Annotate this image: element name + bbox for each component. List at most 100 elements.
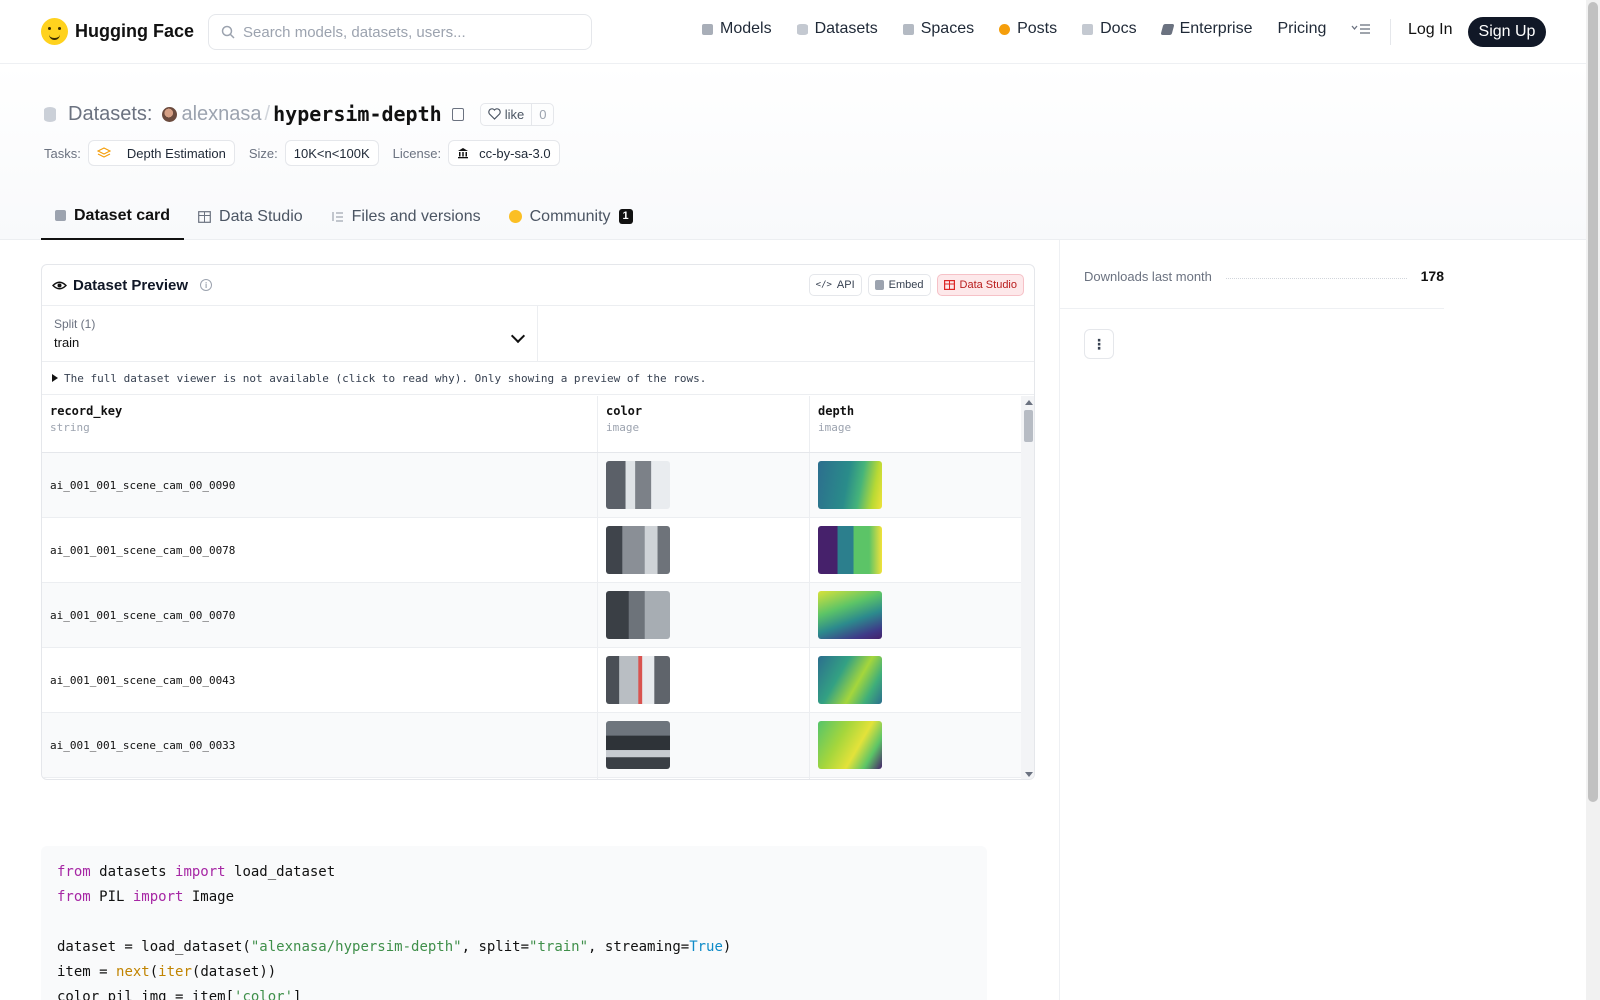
api-button[interactable]: </> API xyxy=(808,274,862,296)
embed-label: Embed xyxy=(888,279,924,291)
table-row[interactable]: ai_001_001_scene_cam_00_0043 xyxy=(42,648,1021,713)
scrollbar-thumb[interactable] xyxy=(1024,410,1033,442)
task-tag[interactable]: Depth Estimation xyxy=(87,140,235,166)
nav-datasets[interactable]: Datasets xyxy=(796,20,878,38)
record-key-cell: ai_001_001_scene_cam_00_0090 xyxy=(50,478,236,492)
tasks-key: Tasks: xyxy=(44,145,81,161)
depth-image-thumbnail[interactable] xyxy=(818,461,882,509)
nav-docs[interactable]: Docs xyxy=(1082,20,1137,38)
signup-button[interactable]: Sign Up xyxy=(1468,17,1546,47)
more-options-button[interactable]: ⋮ xyxy=(1084,329,1114,359)
column-type: image xyxy=(818,421,852,434)
table-row[interactable]: ai_001_001_scene_cam_00_0033 xyxy=(42,713,1021,778)
license-tag[interactable]: cc-by-sa-3.0 xyxy=(448,140,560,166)
dataset-title-row: Datasets: alexnasa / hypersim-depth like… xyxy=(44,102,555,126)
disclosure-triangle-icon xyxy=(52,374,58,382)
nav-models[interactable]: Models xyxy=(702,20,772,38)
column-name: record_key xyxy=(50,404,123,418)
dataset-name[interactable]: hypersim-depth xyxy=(273,102,442,126)
nav-models-label: Models xyxy=(720,20,772,37)
depth-image-thumbnail[interactable] xyxy=(818,721,882,769)
column-header-color[interactable]: color image xyxy=(598,396,810,452)
color-image-thumbnail[interactable] xyxy=(606,591,670,639)
search-input[interactable] xyxy=(243,23,573,41)
table-row[interactable]: ai_001_001_scene_cam_00_0090 xyxy=(42,453,1021,518)
downloads-stat: Downloads last month 178 xyxy=(1084,268,1444,284)
embed-button[interactable]: Embed xyxy=(867,274,931,296)
hugging-face-logo-icon xyxy=(41,18,68,45)
nav-pricing[interactable]: Pricing xyxy=(1277,20,1326,38)
page-scrollbar-thumb[interactable] xyxy=(1588,2,1598,802)
nav-spaces-label: Spaces xyxy=(920,20,975,37)
nav-enterprise[interactable]: Enterprise xyxy=(1160,20,1252,38)
column-type: image xyxy=(606,421,640,434)
tab-community-label: Community xyxy=(529,207,611,225)
column-header-record-key[interactable]: record_key string xyxy=(42,396,598,452)
record-key-cell: ai_001_001_scene_cam_00_0043 xyxy=(50,673,236,687)
tab-dataset-card[interactable]: Dataset card xyxy=(41,193,185,240)
record-key-cell: ai_001_001_scene_cam_00_0078 xyxy=(50,543,236,557)
community-count-badge: 1 xyxy=(618,209,633,224)
task-label: Depth Estimation xyxy=(126,145,226,161)
owner-link[interactable]: alexnasa xyxy=(181,103,261,126)
sidebar-divider xyxy=(1059,240,1060,1000)
table-header: record_key string color image depth imag… xyxy=(42,396,1021,453)
info-icon[interactable]: i xyxy=(200,279,213,291)
record-key-cell: ai_001_001_scene_cam_00_0033 xyxy=(50,738,236,752)
scroll-down-arrow-icon[interactable] xyxy=(1025,772,1033,777)
like-label: like xyxy=(504,106,525,122)
depth-image-thumbnail[interactable] xyxy=(818,591,882,639)
record-key-cell: ai_001_001_scene_cam_00_0070 xyxy=(50,608,236,622)
preview-table: record_key string color image depth imag… xyxy=(42,396,1021,779)
viewer-notice[interactable]: The full dataset viewer is not available… xyxy=(42,362,1034,395)
layers-icon xyxy=(96,147,111,158)
tab-files-label: Files and versions xyxy=(351,207,481,225)
cube-icon xyxy=(55,210,66,221)
depth-image-thumbnail[interactable] xyxy=(818,656,882,704)
table-row[interactable]: ai_001_001_scene_cam_00_0078 xyxy=(42,518,1021,583)
depth-image-thumbnail[interactable] xyxy=(818,526,882,574)
file-tree-icon xyxy=(332,211,343,222)
breadcrumb-datasets[interactable]: Datasets: xyxy=(68,103,152,126)
tab-community[interactable]: Community 1 xyxy=(495,193,647,240)
like-button[interactable]: like 0 xyxy=(479,102,555,126)
database-icon xyxy=(44,106,56,122)
color-image-thumbnail[interactable] xyxy=(606,526,670,574)
code-line-4: item = next(iter(dataset)) xyxy=(57,964,277,980)
color-image-thumbnail[interactable] xyxy=(606,656,670,704)
tab-data-studio-label: Data Studio xyxy=(219,207,303,225)
split-label: Split (1) xyxy=(54,317,96,331)
data-studio-button[interactable]: Data Studio xyxy=(936,274,1024,296)
search-box[interactable] xyxy=(208,14,592,50)
preview-title: Dataset Preview i xyxy=(52,277,213,294)
brand-logo[interactable]: Hugging Face xyxy=(41,18,194,45)
nav-posts[interactable]: Posts xyxy=(999,20,1057,38)
tab-data-studio[interactable]: Data Studio xyxy=(184,193,317,240)
table-scrollbar[interactable] xyxy=(1021,396,1034,779)
table-row[interactable]: ai_001_001_scene_cam_00_0070 xyxy=(42,583,1021,648)
color-image-thumbnail[interactable] xyxy=(606,461,670,509)
nav-spaces[interactable]: Spaces xyxy=(902,20,975,38)
login-link[interactable]: Log In xyxy=(1408,21,1452,39)
column-header-depth[interactable]: depth image xyxy=(810,396,1021,452)
nav-links: Models Datasets Spaces Posts Docs Enterp… xyxy=(702,20,1396,38)
brand-name: Hugging Face xyxy=(75,21,195,41)
tab-files-and-versions[interactable]: Files and versions xyxy=(317,193,495,240)
nav-datasets-label: Datasets xyxy=(814,20,878,37)
dataset-tabs: Dataset card Data Studio Files and versi… xyxy=(41,193,647,240)
data-studio-label: Data Studio xyxy=(959,279,1017,291)
code-snippet: from datasets import load_dataset from PI… xyxy=(41,846,987,1000)
table-row[interactable] xyxy=(42,778,1021,779)
dataset-preview-card: Dataset Preview i </> API Embed Data Stu… xyxy=(41,264,1035,780)
scroll-up-arrow-icon[interactable] xyxy=(1025,400,1033,405)
table-icon xyxy=(943,280,955,290)
briefcase-icon xyxy=(1160,23,1175,35)
nav-more-menu[interactable] xyxy=(1351,23,1371,35)
split-dropdown[interactable]: Split (1) train xyxy=(42,306,538,361)
api-label: API xyxy=(836,279,855,291)
size-tag[interactable]: 10K<n<100K xyxy=(284,140,379,166)
color-image-thumbnail[interactable] xyxy=(606,721,670,769)
page-scrollbar[interactable] xyxy=(1586,0,1600,1000)
copy-icon[interactable] xyxy=(451,107,464,121)
nav-docs-label: Docs xyxy=(1100,20,1137,37)
